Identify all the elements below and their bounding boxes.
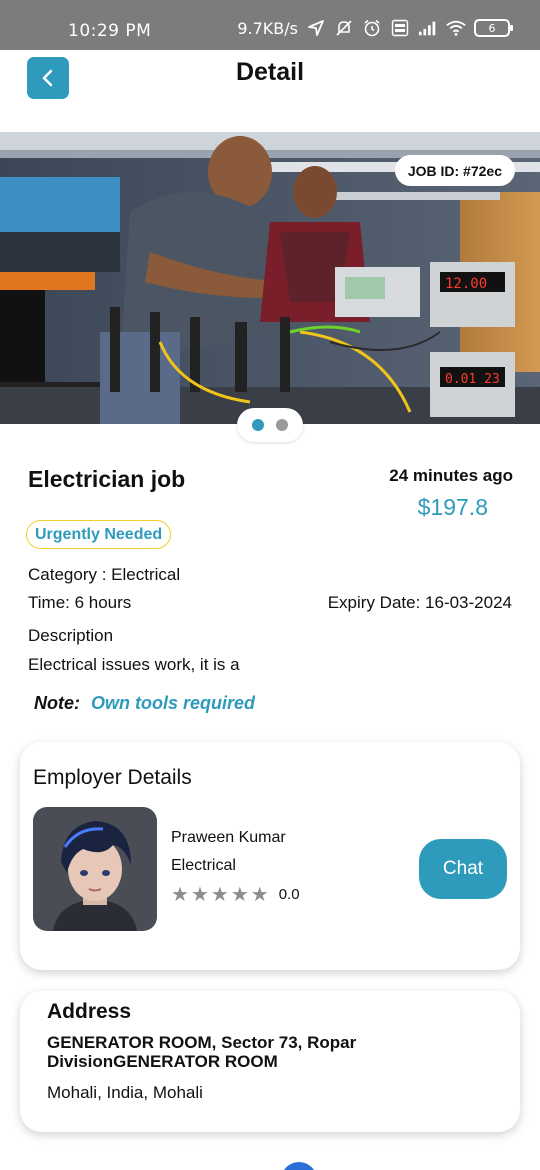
alarm-icon bbox=[362, 18, 382, 38]
address-card: Address GENERATOR ROOM, Sector 73, Ropar… bbox=[20, 991, 520, 1132]
employer-category: Electrical bbox=[171, 857, 236, 874]
posted-time: 24 minutes ago bbox=[389, 466, 513, 485]
network-speed: 9.7KB/s bbox=[237, 18, 298, 38]
note-value: Own tools required bbox=[91, 693, 256, 713]
job-time: Time: 6 hours bbox=[28, 593, 132, 612]
carousel-dot-1[interactable] bbox=[252, 419, 264, 431]
employer-card: Employer Details Praween Kumar Electrica… bbox=[20, 742, 520, 970]
signal-icon bbox=[418, 18, 438, 38]
svg-text:12.00: 12.00 bbox=[445, 276, 487, 292]
note-label: Note: bbox=[34, 693, 80, 713]
address-line-2: Mohali, India, Mohali bbox=[47, 1083, 203, 1102]
star-icon: ★ bbox=[230, 882, 249, 906]
svg-text:0.01 23: 0.01 23 bbox=[445, 372, 500, 387]
expiry-date: Expiry Date: 16-03-2024 bbox=[327, 593, 512, 612]
battery-icon: 6 bbox=[474, 19, 513, 37]
job-title: Electrician job bbox=[28, 466, 186, 492]
description-label: Description bbox=[28, 626, 114, 645]
star-icon: ★ bbox=[250, 882, 269, 906]
note-row: Note: Own tools required bbox=[34, 693, 255, 714]
description-text: Electrical issues work, it is a bbox=[28, 655, 240, 674]
status-time: 10:29 PM bbox=[68, 21, 152, 41]
mute-icon bbox=[334, 18, 354, 38]
star-icon: ★ bbox=[190, 882, 209, 906]
status-icons: 9.7KB/s 6 bbox=[237, 17, 513, 39]
job-price: $197.8 bbox=[417, 494, 488, 520]
employer-rating: ★ ★ ★ ★ ★ 0.0 bbox=[171, 884, 300, 904]
chat-button[interactable]: Chat bbox=[419, 839, 507, 899]
address-title: Address bbox=[47, 1000, 132, 1023]
star-icon: ★ bbox=[210, 882, 229, 906]
floating-action-button[interactable] bbox=[281, 1162, 317, 1170]
rating-value: 0.0 bbox=[278, 885, 300, 903]
carousel-indicator[interactable] bbox=[237, 408, 303, 442]
carousel-dot-2[interactable] bbox=[276, 419, 288, 431]
status-bar: 10:29 PM 9.7KB/s 6 bbox=[0, 0, 540, 50]
employer-section-title: Employer Details bbox=[33, 766, 192, 789]
wifi-icon bbox=[446, 18, 466, 38]
urgent-badge: Urgently Needed bbox=[26, 520, 172, 549]
avatar bbox=[33, 807, 157, 931]
page-title: Detail bbox=[235, 58, 305, 86]
location-arrow-icon bbox=[306, 18, 326, 38]
volte-icon bbox=[390, 18, 410, 38]
job-category: Category : Electrical bbox=[28, 565, 181, 584]
employer-name: Praween Kumar bbox=[171, 829, 286, 846]
address-line-1: GENERATOR ROOM, Sector 73, Ropar Divisio… bbox=[47, 1033, 357, 1071]
job-id-badge: JOB ID: #72ec bbox=[394, 155, 515, 186]
star-icon: ★ bbox=[171, 882, 189, 906]
